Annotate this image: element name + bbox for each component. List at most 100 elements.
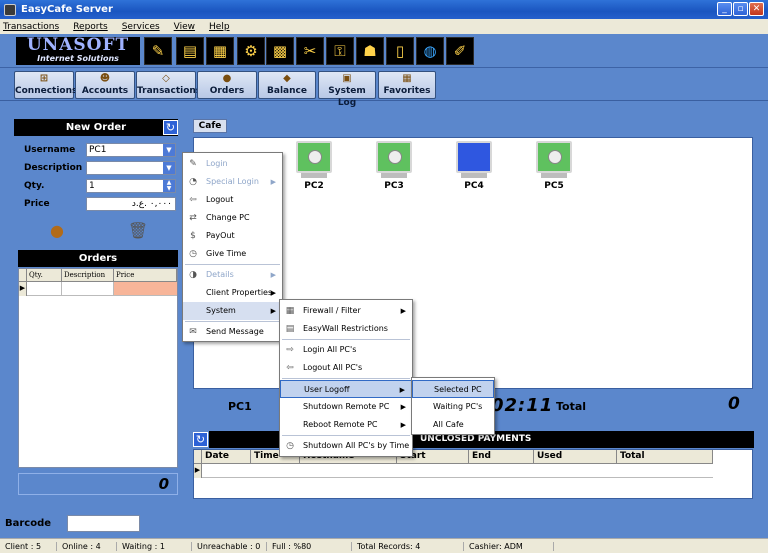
row-pointer-icon: ▶: [19, 282, 27, 296]
menu-item-logout[interactable]: ⇦ Logout: [183, 191, 282, 209]
payout-icon: $: [190, 231, 196, 241]
pc-tile-pc4[interactable]: PC4: [444, 141, 504, 191]
menu-item-client-properties[interactable]: Client Properties ▶: [183, 284, 282, 302]
qty-stepper[interactable]: 1 ▲ ▼: [86, 179, 176, 193]
monitor-icon: [536, 141, 572, 173]
menu-separator: [282, 339, 410, 340]
description-select[interactable]: ▼: [86, 161, 176, 175]
chevron-right-icon: ▶: [270, 271, 276, 279]
user-logoff-submenu: Selected PC Waiting PC's All Cafe: [411, 377, 495, 435]
menu-item-payout[interactable]: $ PayOut: [183, 227, 282, 245]
settings-gear-icon[interactable]: ⚙: [237, 37, 265, 65]
nav-system-log[interactable]: ▣ System Log: [318, 71, 376, 108]
status-cashier: Cashier: ADM: [464, 541, 554, 551]
balance-icon: ◆: [283, 73, 291, 84]
menu-item-reboot-remote-pc[interactable]: Reboot Remote PC ▶: [280, 416, 412, 434]
special-login-icon: ◔: [189, 177, 197, 187]
menu-item-system[interactable]: System ▶: [183, 302, 282, 320]
add-order-burger-icon[interactable]: ●: [46, 221, 68, 241]
row-selector-header: [194, 450, 202, 464]
menu-item-change-pc[interactable]: ⇄ Change PC: [183, 209, 282, 227]
payments-grid[interactable]: Date Time Hostname Start End Used Total …: [193, 449, 753, 499]
tools-icon[interactable]: ✂: [296, 37, 324, 65]
payment-row[interactable]: [202, 464, 713, 478]
payments-col-date: Date: [202, 450, 251, 464]
chevron-right-icon: ▶: [270, 289, 276, 297]
nav-orders[interactable]: ● Orders: [197, 71, 257, 99]
menu-item-firewall-filter[interactable]: ▦ Firewall / Filter ▶: [280, 302, 412, 320]
menu-item-shutdown-all-by-time[interactable]: ◷ Shutdown All PC's by Time: [280, 437, 412, 455]
barcode-input[interactable]: [67, 515, 140, 532]
menu-item-details[interactable]: ◑ Details ▶: [183, 266, 282, 284]
user-card-icon[interactable]: ☗: [356, 37, 384, 65]
session-time: 02:11: [491, 395, 551, 416]
price-field[interactable]: ٠,٠٠٠ .ع.د: [86, 197, 176, 211]
maximize-button[interactable]: ▫: [733, 2, 748, 16]
menu-transactions[interactable]: Transactions: [3, 22, 59, 32]
document-icon[interactable]: ▤: [176, 37, 204, 65]
price-label: Price: [24, 199, 50, 209]
monitor-icon: [296, 141, 332, 173]
menu-separator: [282, 378, 410, 379]
menu-item-send-message[interactable]: ✉ Send Message: [183, 323, 282, 341]
status-full: Full : %80: [267, 541, 352, 551]
pc-tile-pc2[interactable]: PC2: [284, 141, 344, 191]
menu-services[interactable]: Services: [122, 22, 160, 32]
nav-transactions[interactable]: ◇ Transactions: [136, 71, 201, 99]
menu-item-all-cafe[interactable]: All Cafe: [412, 416, 494, 434]
nav-connections[interactable]: ⊞ Connections: [14, 71, 77, 99]
pc-tile-pc5[interactable]: PC5: [524, 141, 584, 191]
details-icon: ◑: [189, 270, 197, 280]
menu-reports[interactable]: Reports: [73, 22, 108, 32]
chevron-down-icon[interactable]: ▼: [163, 162, 175, 174]
notepad-icon[interactable]: ✐: [446, 37, 474, 65]
order-cell[interactable]: [62, 282, 114, 296]
nav-accounts[interactable]: ☻ Accounts: [75, 71, 135, 99]
menu-item-selected-pc[interactable]: Selected PC: [412, 380, 494, 398]
orders-grid[interactable]: Qty. Description Price ▶: [18, 268, 178, 468]
nav-favorites[interactable]: ▦ Favorites: [378, 71, 436, 99]
menu-item-shutdown-remote-pc[interactable]: Shutdown Remote PC ▶: [280, 398, 412, 416]
menu-bar: Transactions Reports Services View Help: [0, 19, 768, 34]
key-icon[interactable]: ⚿: [326, 37, 354, 65]
menu-item-special-login[interactable]: ◔ Special Login ▶: [183, 173, 282, 191]
globe-icon[interactable]: ◍: [416, 37, 444, 65]
order-cell[interactable]: [114, 282, 177, 296]
menu-item-give-time[interactable]: ◷ Give Time: [183, 245, 282, 263]
pc-tile-pc3[interactable]: PC3: [364, 141, 424, 191]
menu-item-easywall-restrictions[interactable]: ▤ EasyWall Restrictions: [280, 320, 412, 338]
refresh-icon[interactable]: ↻: [163, 120, 178, 135]
menu-item-waiting-pcs[interactable]: Waiting PC's: [412, 398, 494, 416]
row-pointer-icon: ▶: [194, 464, 202, 478]
edit-icon[interactable]: ✎: [144, 37, 172, 65]
order-cell[interactable]: [27, 282, 62, 296]
chevron-down-icon[interactable]: ▼: [163, 144, 175, 156]
spin-arrows-icon[interactable]: ▲ ▼: [163, 180, 175, 192]
menu-item-user-logoff[interactable]: User Logoff ▶: [280, 380, 412, 398]
tab-cafe[interactable]: Cafe: [193, 119, 227, 133]
network-icon: ⊞: [39, 73, 49, 84]
refresh-icon[interactable]: ↻: [193, 432, 208, 447]
menu-view[interactable]: View: [174, 22, 195, 32]
username-select[interactable]: PC1 ▼: [86, 143, 176, 157]
calculator-icon[interactable]: ▩: [266, 37, 294, 65]
clock-icon: ◷: [286, 441, 294, 451]
menu-help[interactable]: Help: [209, 22, 230, 32]
door-exit-icon[interactable]: ▯: [386, 37, 414, 65]
title-bar: EasyCafe Server: [0, 0, 768, 19]
menu-item-login[interactable]: ✎ Login: [183, 155, 282, 173]
report-icon[interactable]: ▦: [206, 37, 234, 65]
close-button[interactable]: ✕: [749, 2, 764, 16]
status-unreachable: Unreachable : 0: [192, 541, 267, 551]
menu-item-logout-all[interactable]: ⇦ Logout All PC's: [280, 359, 412, 377]
change-pc-icon: ⇄: [189, 213, 197, 223]
menu-item-login-all[interactable]: ⇨ Login All PC's: [280, 341, 412, 359]
login-icon: ✎: [189, 159, 197, 169]
orders-col-price: Price: [114, 269, 177, 282]
menu-separator: [185, 264, 280, 265]
nav-balance[interactable]: ◆ Balance: [258, 71, 316, 99]
minimize-button[interactable]: _: [717, 2, 732, 16]
status-client: Client : 5: [0, 541, 57, 551]
burger-icon: ●: [222, 73, 232, 84]
trash-icon[interactable]: 🗑: [126, 219, 150, 243]
